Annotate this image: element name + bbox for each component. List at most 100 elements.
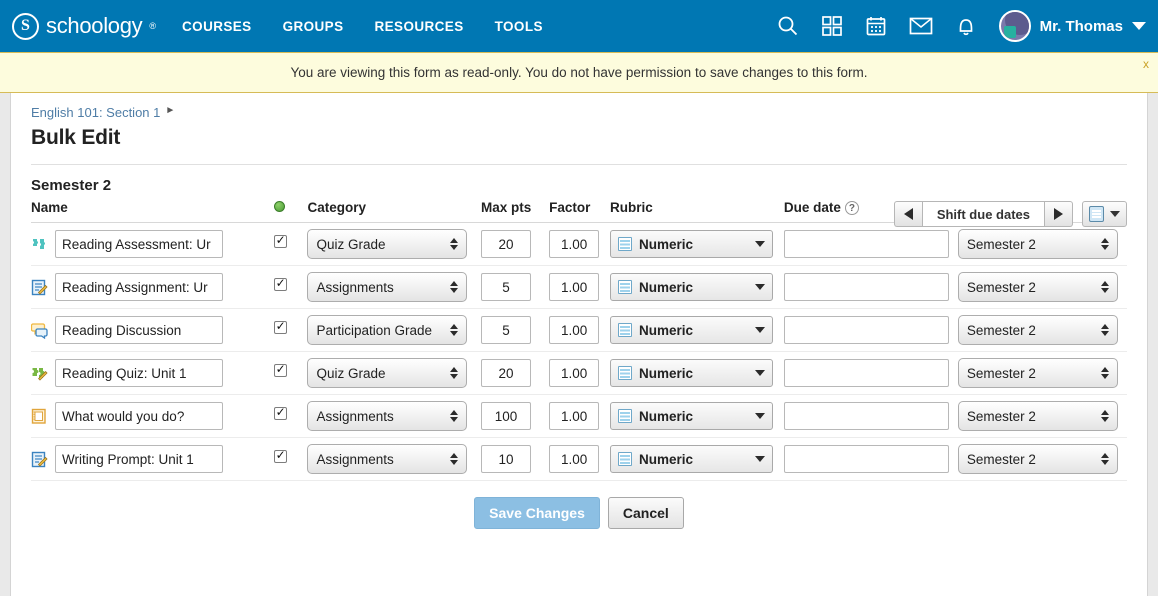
due-date-input[interactable] bbox=[784, 359, 949, 387]
rubric-select[interactable]: Numeric bbox=[610, 359, 773, 387]
factor-input[interactable] bbox=[549, 359, 599, 387]
due-date-input[interactable] bbox=[784, 273, 949, 301]
messages-envelope-icon[interactable] bbox=[909, 16, 933, 36]
published-checkbox[interactable] bbox=[274, 278, 287, 291]
published-status-dot-icon bbox=[274, 201, 285, 212]
cell-factor bbox=[549, 395, 610, 438]
period-select-value: Semester 2 bbox=[967, 237, 1097, 252]
nav-item-tools[interactable]: TOOLS bbox=[495, 19, 543, 34]
save-changes-button[interactable]: Save Changes bbox=[474, 497, 600, 529]
rubric-select[interactable]: Numeric bbox=[610, 316, 773, 344]
factor-input[interactable] bbox=[549, 316, 599, 344]
select-arrows-icon bbox=[1101, 453, 1109, 465]
period-select[interactable]: Semester 2 bbox=[958, 358, 1118, 388]
test-quiz-icon bbox=[31, 408, 48, 425]
max-pts-input[interactable] bbox=[481, 359, 531, 387]
assignment-document-icon bbox=[31, 451, 48, 468]
cell-max-pts bbox=[481, 352, 549, 395]
published-checkbox[interactable] bbox=[274, 450, 287, 463]
due-date-input[interactable] bbox=[784, 230, 949, 258]
help-icon[interactable]: ? bbox=[845, 201, 859, 215]
published-checkbox[interactable] bbox=[274, 407, 287, 420]
published-checkbox[interactable] bbox=[274, 364, 287, 377]
rubric-select[interactable]: Numeric bbox=[610, 445, 773, 473]
cancel-button[interactable]: Cancel bbox=[608, 497, 684, 529]
period-select-value: Semester 2 bbox=[967, 280, 1097, 295]
period-select[interactable]: Semester 2 bbox=[958, 315, 1118, 345]
max-pts-input[interactable] bbox=[481, 445, 531, 473]
category-select[interactable]: Quiz Grade bbox=[307, 358, 467, 388]
search-icon[interactable] bbox=[777, 15, 799, 37]
category-select-value: Quiz Grade bbox=[316, 237, 446, 252]
nav-item-courses[interactable]: COURSES bbox=[182, 19, 252, 34]
period-select[interactable]: Semester 2 bbox=[958, 401, 1118, 431]
category-select[interactable]: Assignments bbox=[307, 401, 467, 431]
category-select[interactable]: Assignments bbox=[307, 444, 467, 474]
category-select[interactable]: Assignments bbox=[307, 272, 467, 302]
published-checkbox[interactable] bbox=[274, 235, 287, 248]
alert-message: You are viewing this form as read-only. … bbox=[290, 65, 867, 80]
due-date-input[interactable] bbox=[784, 445, 949, 473]
breadcrumb: English 101: Section 1 ► bbox=[31, 93, 1127, 120]
rubric-select[interactable]: Numeric bbox=[610, 230, 773, 258]
cell-due-date bbox=[784, 309, 958, 352]
max-pts-input[interactable] bbox=[481, 230, 531, 258]
shift-due-dates-label[interactable]: Shift due dates bbox=[922, 201, 1045, 227]
cell-max-pts bbox=[481, 309, 549, 352]
name-input[interactable] bbox=[55, 402, 223, 430]
published-checkbox[interactable] bbox=[274, 321, 287, 334]
name-input[interactable] bbox=[55, 445, 223, 473]
name-input[interactable] bbox=[55, 273, 223, 301]
due-date-input[interactable] bbox=[784, 316, 949, 344]
chevron-down-icon bbox=[755, 284, 765, 290]
chevron-down-icon bbox=[755, 241, 765, 247]
rubric-numeric-icon bbox=[618, 409, 632, 423]
apps-grid-icon[interactable] bbox=[821, 15, 843, 37]
column-header-published bbox=[274, 200, 308, 223]
user-menu[interactable]: Mr. Thomas bbox=[999, 10, 1146, 42]
category-select[interactable]: Quiz Grade bbox=[307, 229, 467, 259]
shift-dates-back-button[interactable] bbox=[894, 201, 922, 227]
table-row: Quiz Grade Numeric Semester 2 bbox=[31, 223, 1127, 266]
period-select[interactable]: Semester 2 bbox=[958, 229, 1118, 259]
category-select[interactable]: Participation Grade bbox=[307, 315, 467, 345]
nav-item-groups[interactable]: GROUPS bbox=[283, 19, 344, 34]
schoology-logo[interactable]: S schoology ® bbox=[12, 13, 156, 40]
chevron-down-icon[interactable] bbox=[1132, 22, 1146, 30]
rubric-select[interactable]: Numeric bbox=[610, 402, 773, 430]
factor-input[interactable] bbox=[549, 445, 599, 473]
gradebook-view-dropdown[interactable] bbox=[1082, 201, 1127, 227]
max-pts-input[interactable] bbox=[481, 316, 531, 344]
name-input[interactable] bbox=[55, 230, 223, 258]
period-select[interactable]: Semester 2 bbox=[958, 444, 1118, 474]
due-date-input[interactable] bbox=[784, 402, 949, 430]
logo-trademark: ® bbox=[149, 21, 156, 31]
chevron-down-icon bbox=[755, 456, 765, 462]
rubric-select-value: Numeric bbox=[639, 323, 693, 338]
notifications-bell-icon[interactable] bbox=[955, 15, 977, 37]
factor-input[interactable] bbox=[549, 273, 599, 301]
shift-dates-forward-button[interactable] bbox=[1045, 201, 1073, 227]
close-icon[interactable]: x bbox=[1143, 57, 1149, 71]
cell-period: Semester 2 bbox=[958, 223, 1127, 266]
select-arrows-icon bbox=[450, 281, 458, 293]
page-title: Bulk Edit bbox=[31, 126, 1127, 150]
max-pts-input[interactable] bbox=[481, 273, 531, 301]
breadcrumb-course-link[interactable]: English 101: Section 1 bbox=[31, 105, 160, 120]
period-select-value: Semester 2 bbox=[967, 323, 1097, 338]
calendar-icon[interactable] bbox=[865, 15, 887, 37]
name-input[interactable] bbox=[55, 359, 223, 387]
cell-published bbox=[274, 395, 308, 438]
category-select-value: Participation Grade bbox=[316, 323, 446, 338]
cell-published bbox=[274, 309, 308, 352]
select-arrows-icon bbox=[450, 324, 458, 336]
period-select[interactable]: Semester 2 bbox=[958, 272, 1118, 302]
name-input[interactable] bbox=[55, 316, 223, 344]
max-pts-input[interactable] bbox=[481, 402, 531, 430]
rubric-select[interactable]: Numeric bbox=[610, 273, 773, 301]
arrow-left-icon bbox=[904, 208, 913, 220]
factor-input[interactable] bbox=[549, 230, 599, 258]
factor-input[interactable] bbox=[549, 402, 599, 430]
select-arrows-icon bbox=[1101, 281, 1109, 293]
nav-item-resources[interactable]: RESOURCES bbox=[375, 19, 464, 34]
